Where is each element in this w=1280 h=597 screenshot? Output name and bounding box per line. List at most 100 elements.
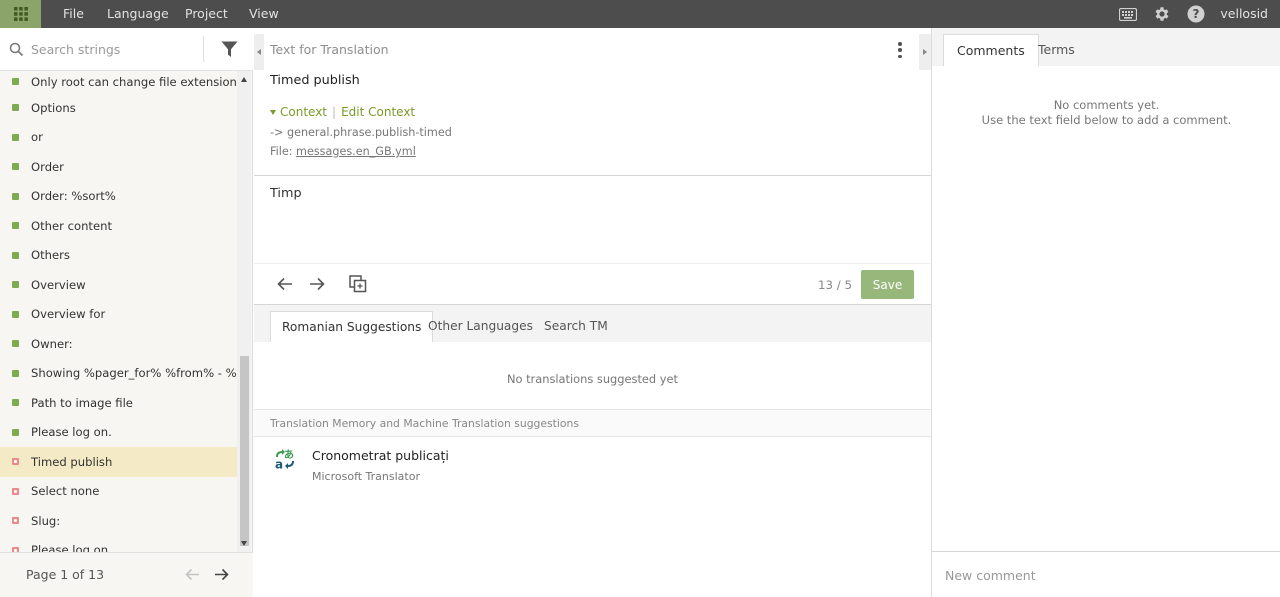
search-bar	[0, 28, 253, 71]
help-icon[interactable]: ?	[1187, 5, 1205, 23]
file-label: File:	[270, 145, 297, 158]
translated-status-icon	[12, 78, 19, 85]
translated-status-icon	[12, 281, 19, 288]
translated-status-icon	[12, 428, 19, 436]
chevron-left-icon	[257, 49, 261, 55]
string-list-item[interactable]: Please log on.	[0, 418, 237, 448]
file-link[interactable]: messages.en_GB.yml	[296, 145, 416, 158]
string-list-item[interactable]: Others	[0, 241, 237, 271]
save-button[interactable]: Save	[861, 270, 914, 299]
string-list-item[interactable]: Select none	[0, 477, 237, 507]
translator-icon: a あ	[275, 448, 294, 471]
strings-scrollbar[interactable]	[237, 71, 251, 552]
side-tabs: Comments Terms	[932, 28, 1280, 66]
string-list-item[interactable]: Only root can change file extensions.	[0, 71, 237, 93]
menu-view[interactable]: View	[249, 0, 279, 28]
empty-comments-line-1: No comments yet.	[1053, 98, 1160, 112]
string-list-item[interactable]: Order	[0, 152, 237, 182]
scroll-thumb[interactable]	[240, 356, 249, 546]
string-list-item[interactable]: Path to image file	[0, 388, 237, 418]
string-list-item[interactable]: Timed publish	[0, 447, 237, 477]
context-row: Context | Edit Context	[270, 105, 415, 119]
string-list-item[interactable]: Options	[0, 93, 237, 123]
string-list-item-label: Overview	[31, 277, 86, 292]
translated-status-icon	[12, 340, 19, 347]
string-key: -> general.phrase.publish-timed	[270, 126, 452, 139]
file-line: File: messages.en_GB.yml	[270, 145, 416, 158]
pager: Page 1 of 13	[0, 552, 253, 597]
untranslated-status-icon	[12, 487, 19, 495]
tm-section-header: Translation Memory and Machine Translati…	[254, 409, 931, 437]
search-icon	[9, 42, 24, 57]
caret-down-icon	[270, 109, 276, 115]
user-name[interactable]: vellosid	[1220, 0, 1268, 28]
string-list-item[interactable]: Please log on.	[0, 536, 237, 552]
collapse-left-button[interactable]	[254, 34, 264, 70]
apps-grid-icon	[13, 7, 28, 21]
string-list-item-label: Order	[31, 159, 64, 174]
menu-language[interactable]: Language	[107, 0, 169, 28]
comments-panel: Comments Terms No comments yet. Use the …	[931, 28, 1280, 597]
collapse-right-button[interactable]	[919, 34, 931, 70]
string-list-item-label: Others	[31, 248, 70, 263]
context-separator: |	[332, 105, 337, 119]
translated-status-icon	[12, 222, 19, 229]
tab-terms[interactable]: Terms	[1025, 34, 1088, 66]
string-list-item-label: Other content	[31, 218, 112, 233]
tm-suggestion-source: Microsoft Translator	[312, 470, 420, 483]
prev-page-icon[interactable]	[185, 568, 200, 581]
translated-status-icon	[12, 369, 19, 377]
next-page-icon[interactable]	[214, 568, 229, 581]
comment-input[interactable]	[945, 564, 1265, 586]
tm-suggestion[interactable]: a あ Cronometrat publicați Microsoft Tran…	[254, 437, 931, 493]
translated-status-icon	[12, 310, 19, 318]
string-list-item-label: Owner:	[31, 336, 73, 351]
scroll-up-arrow-icon[interactable]	[241, 77, 247, 82]
comment-box	[932, 551, 1280, 597]
gear-icon[interactable]	[1153, 5, 1171, 23]
untranslated-status-icon	[12, 517, 19, 524]
tab-search-tm[interactable]: Search TM	[533, 311, 619, 342]
tab-other-languages[interactable]: Other Languages	[417, 311, 544, 342]
apps-grid-button[interactable]	[0, 0, 41, 28]
translation-input[interactable]	[254, 176, 931, 263]
translated-status-icon	[12, 399, 19, 406]
filter-icon[interactable]	[221, 41, 238, 58]
string-list-item-label: Only root can change file extensions.	[31, 75, 237, 89]
more-options-icon[interactable]	[897, 42, 903, 58]
strings-list: Only root can change file extensions. Opt…	[0, 71, 237, 552]
string-list-item[interactable]: Overview for	[0, 300, 237, 330]
string-list-item[interactable]: Order: %sort%	[0, 182, 237, 212]
string-list-item[interactable]: Slug:	[0, 506, 237, 536]
svg-text:a: a	[275, 458, 283, 471]
string-list-item[interactable]: Other content	[0, 211, 237, 241]
copy-source-icon[interactable]	[348, 274, 368, 294]
tab-romanian-suggestions[interactable]: Romanian Suggestions	[270, 311, 434, 342]
edit-context-link[interactable]: Edit Context	[341, 105, 415, 119]
keyboard-icon[interactable]	[1119, 5, 1137, 23]
translated-status-icon	[12, 163, 19, 170]
string-list-item[interactable]: Overview	[0, 270, 237, 300]
search-input[interactable]	[31, 38, 196, 60]
context-toggle[interactable]: Context	[280, 105, 327, 119]
source-string: Timed publish	[270, 73, 360, 88]
empty-comments-message: No comments yet. Use the text field belo…	[932, 98, 1280, 128]
string-list-item[interactable]: Owner:	[0, 329, 237, 359]
svg-text:あ: あ	[284, 448, 294, 461]
string-list-item[interactable]: or	[0, 123, 237, 153]
search-divider	[203, 36, 204, 62]
scroll-down-arrow-icon[interactable]	[241, 541, 247, 546]
menu-file[interactable]: File	[63, 0, 84, 28]
editor-panel: Text for Translation Timed publish Conte…	[254, 28, 931, 597]
string-list-item-label: Select none	[31, 484, 100, 499]
suggestion-tabs: Romanian Suggestions Other Languages Sea…	[254, 305, 931, 342]
next-string-icon[interactable]	[307, 274, 327, 294]
previous-string-icon[interactable]	[275, 274, 295, 294]
menu-project[interactable]: Project	[185, 0, 228, 28]
untranslated-status-icon	[12, 458, 19, 465]
string-list-item-label: Showing %pager_for% %from% - %t…	[31, 366, 237, 381]
string-list-item[interactable]: Showing %pager_for% %from% - %t…	[0, 359, 237, 389]
string-list-item-label: Overview for	[31, 307, 106, 322]
string-list-item-label: Path to image file	[31, 395, 133, 410]
string-list-item-label: Please log on.	[31, 425, 112, 440]
